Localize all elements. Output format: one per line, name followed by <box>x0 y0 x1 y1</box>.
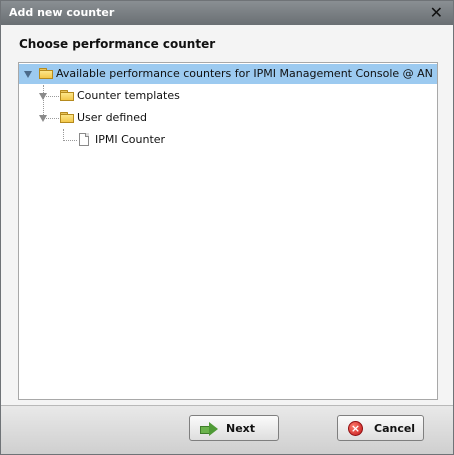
tree-node-counter-templates[interactable]: Counter templates <box>19 86 219 106</box>
expand-toggle-icon[interactable] <box>39 93 47 100</box>
add-counter-dialog: Add new counter ✕ Choose performance cou… <box>0 0 454 455</box>
arrow-right-icon <box>200 422 218 436</box>
close-icon[interactable]: ✕ <box>430 1 443 25</box>
document-icon <box>79 133 89 146</box>
dialog-title: Add new counter <box>9 6 115 19</box>
folder-icon <box>60 90 74 101</box>
dialog-titlebar: Add new counter ✕ <box>1 1 453 25</box>
folder-icon <box>60 112 74 123</box>
cancel-button[interactable]: × Cancel <box>337 415 424 441</box>
expand-toggle-icon[interactable] <box>24 71 32 78</box>
cancel-icon: × <box>348 421 363 436</box>
folder-open-icon <box>39 68 53 79</box>
dialog-footer: Next × Cancel <box>1 405 453 454</box>
counter-tree[interactable]: Available performance counters for IPMI … <box>18 62 438 400</box>
tree-node-user-defined[interactable]: User defined <box>19 108 219 128</box>
expand-toggle-icon[interactable] <box>39 115 47 122</box>
next-button-label: Next <box>226 422 256 435</box>
tree-node-root[interactable]: Available performance counters for IPMI … <box>19 64 437 84</box>
tree-node-label: User defined <box>77 111 147 124</box>
page-title: Choose performance counter <box>19 37 216 51</box>
tree-node-label: Available performance counters for IPMI … <box>56 67 433 80</box>
cancel-button-label: Cancel <box>374 422 416 435</box>
tree-node-label: Counter templates <box>77 89 180 102</box>
tree-node-label: IPMI Counter <box>95 133 166 146</box>
tree-node-ipmi-counter[interactable]: IPMI Counter <box>19 130 219 150</box>
next-button[interactable]: Next <box>189 415 279 441</box>
